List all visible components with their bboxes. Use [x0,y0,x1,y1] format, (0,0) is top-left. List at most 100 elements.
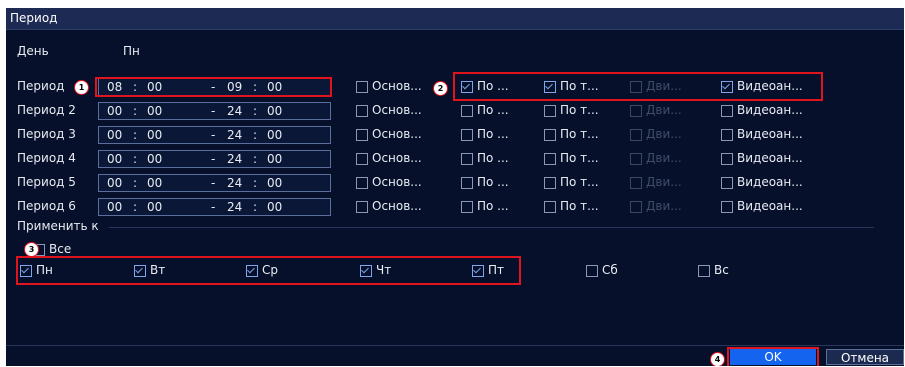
highlight-apply-days [16,256,521,285]
end-hour-field[interactable]: 24 [227,151,242,167]
start-minute-field[interactable]: 00 [147,151,162,167]
start-hour-field[interactable]: 00 [107,151,122,167]
annotation-badge-1: 1 [74,80,89,95]
period-4-check-motion-po-box[interactable] [461,153,473,165]
period-5-check-motion-pot-label: По т... [560,175,599,189]
period-6-check-motion-po-label: По ... [477,199,509,213]
period-time-range-5[interactable]: 00:00-24:00 [98,174,331,192]
period-5-check-regular-box[interactable] [356,177,368,189]
apply-all-checkbox-label: Все [49,242,72,256]
cancel-button[interactable]: Отмена [826,349,904,365]
end-minute-field[interactable]: 00 [267,175,282,191]
period-4-check-motion-pot-box[interactable] [544,153,556,165]
period-label-1: Период [17,79,65,93]
period-1-check-regular-label: Основ... [372,79,422,93]
time-separator: - [211,104,216,118]
period-dialog: Период День Пн Период 08:00-09:00 Основ...… [6,8,904,366]
start-hour-field[interactable]: 00 [107,103,122,119]
period-time-range-4[interactable]: 00:00-24:00 [98,150,331,168]
period-3-check-regular-label: Основ... [372,127,422,141]
start-hour-field[interactable]: 00 [107,127,122,143]
period-1-check-regular-box[interactable] [356,81,368,93]
period-2-check-regular-box[interactable] [356,105,368,117]
time-separator: : [133,200,138,214]
period-4-check-video-analytics-box[interactable] [721,153,733,165]
period-4-check-motion-po-label: По ... [477,151,509,165]
period-5-check-video-analytics-label: Видеоан... [737,175,803,189]
period-label-4: Период 4 [17,151,76,165]
time-separator: - [211,176,216,190]
period-6-check-video-analytics-box[interactable] [721,201,733,213]
period-5-check-motion-pot-box[interactable] [544,177,556,189]
time-separator: - [211,152,216,166]
period-6-check-motion-dvi-label: Дви... [646,199,682,213]
period-2-check-video-analytics-box[interactable] [721,105,733,117]
time-separator: - [211,200,216,214]
period-2-check-motion-po-label: По ... [477,103,509,117]
period-2-check-regular-label: Основ... [372,103,422,117]
period-6-check-regular-box[interactable] [356,201,368,213]
period-6-check-video-analytics-label: Видеоан... [737,199,803,213]
highlight-period-time [95,77,332,97]
period-4-check-motion-dvi-box [630,153,642,165]
annotation-badge-3: 3 [24,242,39,257]
period-time-range-2[interactable]: 00:00-24:00 [98,102,331,120]
period-time-range-6[interactable]: 00:00-24:00 [98,198,331,216]
period-6-check-motion-pot-box[interactable] [544,201,556,213]
start-minute-field[interactable]: 00 [147,103,162,119]
apply-day-7-box[interactable] [698,265,710,277]
end-minute-field[interactable]: 00 [267,127,282,143]
period-label-6: Период 6 [17,199,76,213]
time-separator: : [253,200,258,214]
period-4-check-motion-dvi-label: Дви... [646,151,682,165]
end-hour-field[interactable]: 24 [227,175,242,191]
period-6-check-motion-po-box[interactable] [461,201,473,213]
time-separator: : [253,104,258,118]
end-minute-field[interactable]: 00 [267,199,282,215]
time-separator: : [133,104,138,118]
end-hour-field[interactable]: 24 [227,127,242,143]
day-value: Пн [123,44,140,58]
time-separator: : [133,128,138,142]
period-3-check-motion-pot-box[interactable] [544,129,556,141]
period-label-2: Период 2 [17,103,76,117]
period-time-range-3[interactable]: 00:00-24:00 [98,126,331,144]
start-minute-field[interactable]: 00 [147,175,162,191]
end-minute-field[interactable]: 00 [267,103,282,119]
end-hour-field[interactable]: 24 [227,103,242,119]
period-3-check-video-analytics-box[interactable] [721,129,733,141]
day-label: День [17,44,49,58]
time-separator: : [133,152,138,166]
period-2-check-motion-dvi-box [630,105,642,117]
period-3-check-motion-dvi-box [630,129,642,141]
period-2-check-motion-po-box[interactable] [461,105,473,117]
dialog-title: Период [10,11,58,25]
start-minute-field[interactable]: 00 [147,199,162,215]
period-4-check-motion-pot-label: По т... [560,151,599,165]
start-hour-field[interactable]: 00 [107,175,122,191]
period-5-check-video-analytics-box[interactable] [721,177,733,189]
end-hour-field[interactable]: 24 [227,199,242,215]
period-4-check-regular-box[interactable] [356,153,368,165]
start-minute-field[interactable]: 00 [147,127,162,143]
period-3-check-motion-dvi-label: Дви... [646,127,682,141]
period-label-5: Период 5 [17,175,76,189]
period-5-check-motion-po-box[interactable] [461,177,473,189]
apply-day-7-label: Вс [714,263,729,277]
apply-day-6-label: Сб [602,263,618,277]
period-3-check-video-analytics-label: Видеоан... [737,127,803,141]
period-6-check-regular-label: Основ... [372,199,422,213]
period-3-check-motion-po-box[interactable] [461,129,473,141]
period-5-check-regular-label: Основ... [372,175,422,189]
period-3-check-regular-box[interactable] [356,129,368,141]
period-4-check-regular-label: Основ... [372,151,422,165]
time-separator: - [211,128,216,142]
end-minute-field[interactable]: 00 [267,151,282,167]
apply-to-label: Применить к [17,219,99,233]
apply-day-6-box[interactable] [586,265,598,277]
period-3-check-motion-pot-label: По т... [560,127,599,141]
period-2-check-motion-pot-box[interactable] [544,105,556,117]
start-hour-field[interactable]: 00 [107,199,122,215]
apply-separator [109,227,874,228]
period-2-check-video-analytics-label: Видеоан... [737,103,803,117]
